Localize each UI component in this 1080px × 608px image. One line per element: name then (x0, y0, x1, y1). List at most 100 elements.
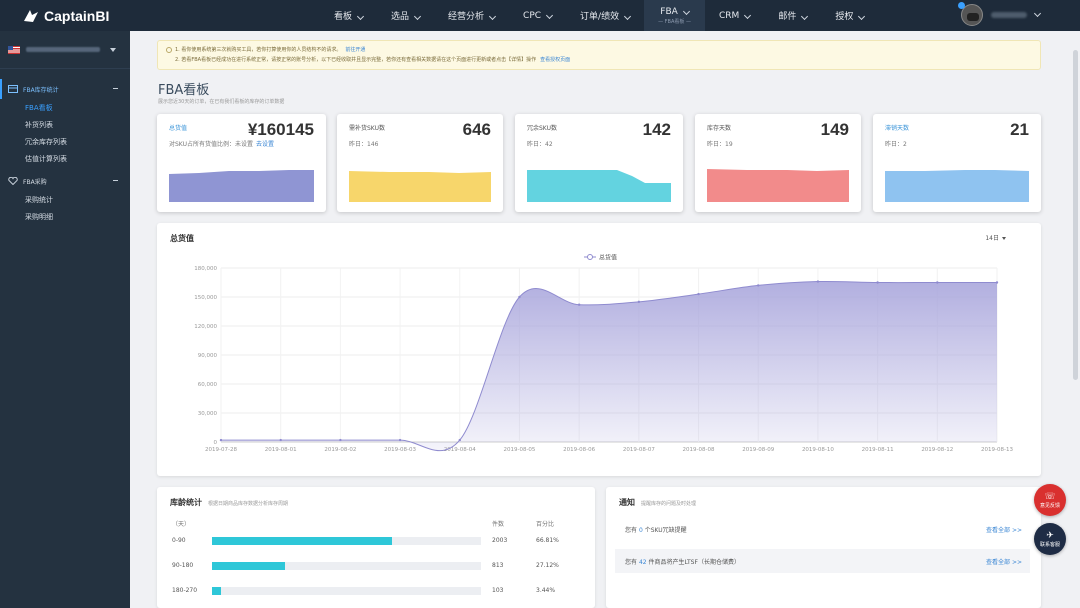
age-bar-track (212, 562, 481, 570)
nav-item-mail[interactable]: 邮件 (764, 0, 821, 31)
x-tick-label: 2019-08-09 (742, 447, 774, 453)
info-icon (166, 46, 172, 53)
y-tick-label: 90,000 (198, 353, 218, 359)
kpi-sparkline (527, 170, 671, 202)
kpi-card-unsold-days[interactable]: 滞销天数 21 昨日：2 (873, 114, 1041, 212)
data-point (816, 280, 820, 283)
y-tick-label: 0 (214, 440, 218, 446)
main-content: 1. 看你使用系统第三次就购买工具，若你打算使用你的人员结构不的请求。 前往开通 … (130, 31, 1070, 608)
nav-item-authorization[interactable]: 授权 (821, 0, 878, 31)
nav-item-crm[interactable]: CRM (705, 0, 764, 31)
data-point (876, 281, 879, 284)
user-menu[interactable] (958, 2, 1042, 26)
kpi-card-restock-sku[interactable]: 需补货SKU数 646 昨日：146 (337, 114, 503, 212)
x-tick-label: 2019-08-12 (921, 447, 953, 453)
main-nav: 看板 选品 经营分析 CPC 订单/绩效 FBA — FBA看板 — CRM 邮… (320, 0, 878, 31)
kpi-sparkline (707, 169, 849, 202)
total-value-chart-card: 总货值 14日 总货值 0 30,000 60,000 90,000 120,000 15… (157, 223, 1041, 476)
y-tick-label: 60,000 (198, 382, 218, 388)
logo[interactable]: CaptainBI (0, 0, 130, 31)
nav-item-orders[interactable]: 订单/绩效 (566, 0, 644, 31)
data-point (936, 281, 939, 284)
nav-item-dashboard[interactable]: 看板 (320, 0, 377, 31)
kpi-card-total-value[interactable]: 总货值 ¥160145 对SKU占所有货值比例：未设置 去设置 (157, 114, 326, 212)
kpi-value: 149 (820, 120, 849, 139)
y-tick-label: 30,000 (198, 411, 218, 417)
notice-link-2[interactable]: 查看授权页面 (540, 57, 570, 63)
store-name-redacted (26, 47, 100, 52)
notice-link-1[interactable]: 前往开通 (345, 47, 365, 53)
x-tick-label: 2019-08-07 (623, 447, 655, 453)
nav-item-cpc[interactable]: CPC (509, 0, 566, 31)
set-link[interactable]: 去设置 (256, 141, 274, 148)
chevron-down-icon (801, 12, 809, 21)
kpi-sparkline (885, 170, 1029, 202)
page-description: 展示您近30天的订单，在已有我们看板的库存的订单数据 (158, 99, 285, 105)
y-tick-label: 120,000 (194, 324, 217, 330)
nav-item-product-selection[interactable]: 选品 (377, 0, 434, 31)
top-navbar: CaptainBI 看板 选品 经营分析 CPC 订单/绩效 FBA — FBA… (0, 0, 1080, 31)
stock-age-title: 库龄统计 (170, 498, 202, 507)
sidebar-item-fba-dashboard[interactable]: FBA看板 (0, 99, 130, 116)
x-tick-label: 2019-08-11 (862, 447, 894, 453)
chevron-down-icon (413, 12, 422, 21)
kpi-sparkline (169, 170, 314, 202)
chevron-down-icon (356, 12, 365, 21)
sidebar-item-purchase-stats[interactable]: 采购统计 (0, 191, 130, 208)
sidebar-item-restock-list[interactable]: 补货列表 (0, 116, 130, 133)
nav-item-business-analysis[interactable]: 经营分析 (434, 0, 509, 31)
notification-dot (958, 2, 965, 9)
legend-circle-mark (587, 254, 593, 260)
notify-row: 您有 42 件商品将产生LTSF（长期仓储费） 查看全部 >> (615, 549, 1030, 573)
chart-legend[interactable]: 总货值 (584, 254, 617, 262)
data-point (757, 284, 760, 287)
feedback-button[interactable]: ☏ 意见反馈 (1034, 484, 1066, 516)
age-row: 90-180 813 27.12% (172, 562, 559, 570)
scrollbar[interactable] (1073, 50, 1078, 380)
series-area (221, 281, 997, 451)
age-bar-fill (212, 537, 392, 545)
view-all-link[interactable]: 查看全部 >> (986, 525, 1022, 534)
inventory-icon (8, 85, 18, 93)
kpi-card-redundant-sku[interactable]: 冗余SKU数 142 昨日：42 (515, 114, 683, 212)
sidebar-item-valuation-list[interactable]: 估值计算列表 (0, 150, 130, 167)
heart-icon (8, 177, 18, 185)
data-point (339, 438, 342, 442)
age-bar-fill (212, 587, 222, 595)
x-tick-label: 2019-08-06 (563, 447, 595, 453)
data-point (219, 438, 223, 442)
age-row: 0-90 2003 66.81% (172, 537, 559, 545)
data-point (697, 292, 700, 296)
age-row: 180-270 103 3.44% (172, 587, 556, 595)
store-selector[interactable] (0, 31, 130, 69)
chevron-down-icon (744, 11, 752, 19)
logo-text: CaptainBI (44, 7, 110, 24)
chevron-down-icon (858, 12, 866, 21)
data-point (637, 300, 641, 304)
y-tick-label: 180,000 (194, 266, 217, 272)
view-all-link[interactable]: 查看全部 >> (986, 557, 1022, 566)
menu-head-fba-inventory[interactable]: FBA库存统计 (0, 79, 130, 99)
contact-service-button[interactable]: ✈ 联系客服 (1034, 523, 1066, 555)
menu-head-fba-purchase[interactable]: FBA采购 (0, 171, 130, 191)
nav-item-fba[interactable]: FBA — FBA看板 — (644, 0, 705, 31)
x-tick-label: 2019-08-10 (802, 447, 834, 453)
sidebar-item-redundant-list[interactable]: 冗余库存列表 (0, 133, 130, 150)
kpi-value: 646 (462, 120, 491, 139)
x-tick-label: 2019-08-03 (384, 447, 416, 453)
x-tick-label: 2019-08-01 (265, 447, 297, 453)
data-point (995, 281, 999, 284)
age-bar-track (212, 587, 481, 595)
collapse-icon (113, 180, 118, 181)
sidebar-item-purchase-detail[interactable]: 采购明细 (0, 208, 130, 225)
x-tick-label: 2019-07-28 (205, 447, 237, 453)
stock-age-desc: 根据日期商品库存数据分析库存周期 (208, 501, 289, 507)
kpi-card-stock-days[interactable]: 库存天数 149 昨日：19 (695, 114, 861, 212)
total-value-area-chart: 总货值 0 30,000 60,000 90,000 120,000 150,000 180… (194, 254, 1013, 454)
service-icon: ✈ (1046, 530, 1054, 541)
data-point (398, 438, 402, 442)
age-bar-fill (212, 562, 285, 570)
data-point (279, 438, 282, 442)
kpi-value: ¥160145 (247, 120, 314, 139)
kpi-sparkline (349, 171, 491, 202)
